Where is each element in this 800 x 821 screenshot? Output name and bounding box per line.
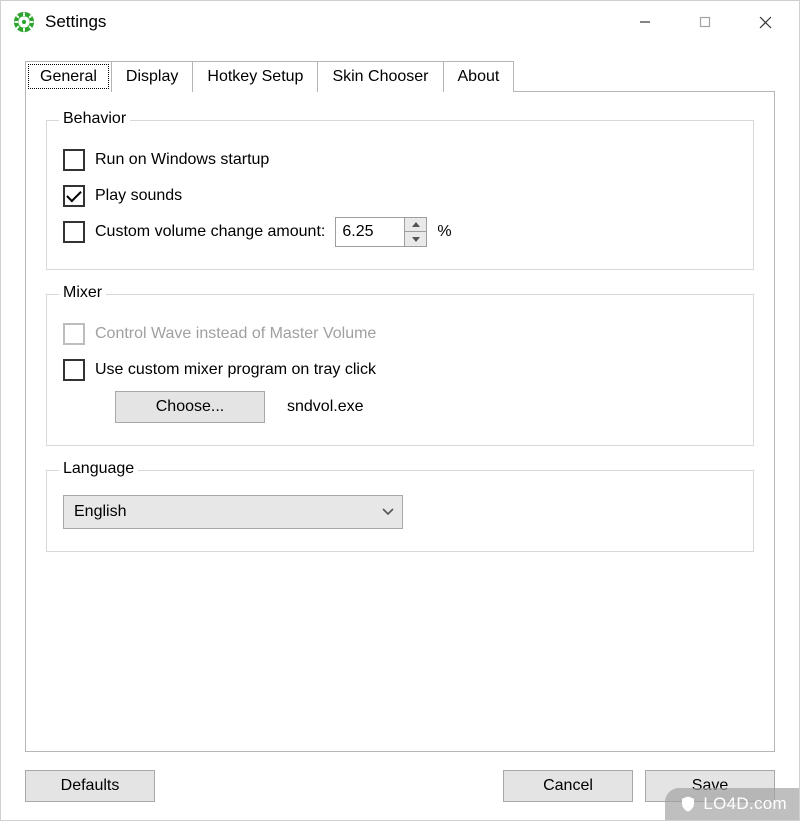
language-select-value: English <box>74 503 126 521</box>
language-select[interactable]: English <box>63 495 403 529</box>
close-button[interactable] <box>735 1 795 43</box>
chevron-down-icon <box>382 508 394 516</box>
tab-hotkey-setup[interactable]: Hotkey Setup <box>192 61 318 92</box>
label-play-sounds: Play sounds <box>95 187 182 205</box>
tab-strip: General Display Hotkey Setup Skin Choose… <box>25 61 775 92</box>
cancel-button[interactable]: Cancel <box>503 770 633 802</box>
group-language: Language English <box>46 470 754 552</box>
numeric-volume-value[interactable]: 6.25 <box>336 218 404 246</box>
watermark: LO4D.com <box>665 788 799 820</box>
window-title: Settings <box>45 12 106 32</box>
label-percent: % <box>437 223 451 241</box>
checkbox-custom-volume[interactable] <box>63 221 85 243</box>
tab-about[interactable]: About <box>443 61 515 92</box>
checkbox-play-sounds[interactable] <box>63 185 85 207</box>
group-mixer-legend: Mixer <box>59 284 106 302</box>
label-run-on-startup: Run on Windows startup <box>95 151 269 169</box>
group-behavior-legend: Behavior <box>59 110 130 128</box>
group-mixer: Mixer Control Wave instead of Master Vol… <box>46 294 754 446</box>
label-control-wave: Control Wave instead of Master Volume <box>95 325 376 343</box>
spin-down-icon[interactable] <box>405 232 426 246</box>
label-custom-volume: Custom volume change amount: <box>95 223 325 241</box>
defaults-button[interactable]: Defaults <box>25 770 155 802</box>
watermark-text: LO4D.com <box>703 794 787 814</box>
spin-up-icon[interactable] <box>405 218 426 232</box>
tab-display[interactable]: Display <box>111 61 193 92</box>
gear-icon <box>13 11 35 33</box>
tab-skin-chooser[interactable]: Skin Chooser <box>317 61 443 92</box>
minimize-button[interactable] <box>615 1 675 43</box>
titlebar: Settings <box>1 1 799 43</box>
group-behavior: Behavior Run on Windows startup Play sou… <box>46 120 754 270</box>
shield-icon <box>679 795 697 813</box>
choose-button[interactable]: Choose... <box>115 391 265 423</box>
dialog-button-row: Defaults Cancel Save <box>25 764 775 802</box>
maximize-button[interactable] <box>675 1 735 43</box>
label-mixer-program: sndvol.exe <box>287 398 364 416</box>
group-language-legend: Language <box>59 460 138 478</box>
numeric-volume-amount[interactable]: 6.25 <box>335 217 427 247</box>
checkbox-control-wave <box>63 323 85 345</box>
tab-general[interactable]: General <box>25 61 112 92</box>
tab-page-general: Behavior Run on Windows startup Play sou… <box>25 91 775 752</box>
checkbox-run-on-startup[interactable] <box>63 149 85 171</box>
window-controls <box>615 1 795 43</box>
label-use-custom-mixer: Use custom mixer program on tray click <box>95 361 376 379</box>
checkbox-use-custom-mixer[interactable] <box>63 359 85 381</box>
client-area: General Display Hotkey Setup Skin Choose… <box>1 43 799 820</box>
